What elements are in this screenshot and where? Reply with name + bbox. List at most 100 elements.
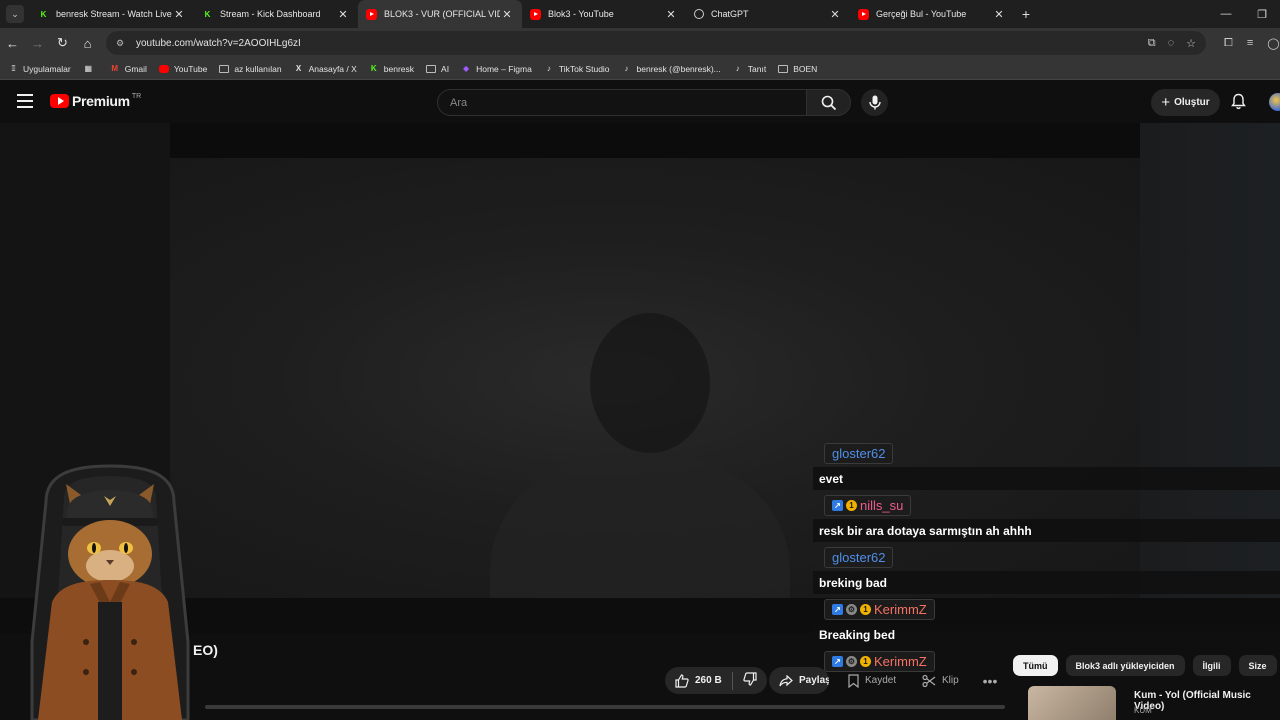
create-button[interactable]: + Oluştur <box>1151 89 1220 116</box>
kick-icon: K <box>370 64 377 73</box>
back-arrow-icon[interactable]: ← <box>0 36 25 51</box>
tab-gercegi-bul[interactable]: Gerçeği Bul - YouTube ✕ <box>850 0 1014 28</box>
bookmark-uygulamalar[interactable]: ⁞⁞⁞ Uygulamalar <box>8 64 71 74</box>
folder-icon <box>219 64 230 73</box>
bookmark-x[interactable]: X Anasayfa / X <box>294 64 357 74</box>
description-box <box>205 705 1005 709</box>
bookmark-label: TikTok Studio <box>558 63 610 74</box>
tiktok-icon: ♪ <box>624 64 629 73</box>
eye-off-icon[interactable]: ◌ <box>1168 37 1175 50</box>
extensions-icon[interactable]: ⧠ <box>1224 37 1233 50</box>
tab-title: benresk Stream - Watch Live on Kick <box>56 9 172 19</box>
youtube-masthead: Premium TR Ara + Oluştur <box>0 81 1280 123</box>
close-icon[interactable]: ✕ <box>664 8 678 21</box>
browser-tabstrip: ⌄ K benresk Stream - Watch Live on Kick … <box>0 0 1280 28</box>
bookmark-apps[interactable]: ▦ <box>83 64 98 74</box>
tab-blok3-vur[interactable]: BLOK3 - VUR (OFFICIAL VIDEO) ✕ <box>358 0 522 28</box>
youtube-logo[interactable]: Premium TR <box>50 93 141 109</box>
youtube-icon <box>530 8 541 20</box>
maximize-icon[interactable]: ❐ <box>1244 8 1280 21</box>
folder-icon <box>426 64 437 73</box>
profile-icon[interactable]: ◯ <box>1267 37 1279 50</box>
gear-badge-icon: ⚙ <box>846 656 857 667</box>
address-bar[interactable]: ⚙ youtube.com/watch?v=2AOOIHLg6zI ⧉ ◌ ☆ <box>106 31 1206 55</box>
voice-search-button[interactable] <box>861 89 888 116</box>
close-icon[interactable]: ✕ <box>828 8 842 21</box>
minimize-icon[interactable]: — <box>1208 8 1244 20</box>
chat-username-badge: ↗ 1 nills_su <box>824 495 912 516</box>
tab-blok3-youtube[interactable]: Blok3 - YouTube ✕ <box>522 0 686 28</box>
like-count[interactable]: 260 B <box>695 675 722 686</box>
kick-icon: K <box>204 9 211 19</box>
share-icon <box>779 674 793 687</box>
search-input[interactable]: Ara <box>437 89 807 116</box>
reload-icon[interactable]: ↻ <box>50 35 75 51</box>
tab-kick-stream[interactable]: K benresk Stream - Watch Live on Kick ✕ <box>30 0 194 28</box>
chat-message: ↗ 1 nills_su resk bir ara dotaya sarmışt… <box>813 492 1280 544</box>
bookmark-benresk[interactable]: Kbenresk <box>369 64 414 74</box>
divider <box>731 671 733 690</box>
tab-title: Gerçeği Bul - YouTube <box>876 9 967 19</box>
close-icon[interactable]: ✕ <box>500 8 514 21</box>
chat-message: gloster62 evet <box>813 440 1280 492</box>
url-text[interactable]: youtube.com/watch?v=2AOOIHLg6zI <box>136 38 1148 49</box>
coin-badge-icon: 1 <box>860 656 871 667</box>
close-icon[interactable]: ✕ <box>336 8 350 21</box>
search-button[interactable] <box>806 89 851 116</box>
chat-username: KerimmZ <box>874 602 927 617</box>
thumbs-up-icon[interactable] <box>675 673 689 688</box>
thumbs-down-icon[interactable] <box>743 672 757 689</box>
bookmark-tanit[interactable]: ♪ Tanıt <box>733 64 766 74</box>
microphone-icon <box>868 95 881 110</box>
close-icon[interactable]: ✕ <box>992 8 1006 21</box>
chat-username-badge: gloster62 <box>824 443 894 464</box>
bookmarks-bar: ⁞⁞⁞ Uygulamalar ▦ M Gmail YouTube az kulla… <box>0 58 1280 80</box>
bookmark-label: AI <box>441 63 450 74</box>
account-avatar[interactable] <box>1269 93 1280 111</box>
video-figure-head <box>590 313 710 453</box>
bell-icon <box>1231 93 1246 110</box>
bookmark-ai[interactable]: AI <box>426 64 449 74</box>
kick-icon: K <box>40 9 47 19</box>
tab-title: Stream - Kick Dashboard <box>220 9 321 19</box>
tab-chatgpt[interactable]: ChatGPT ✕ <box>686 0 850 28</box>
grid-icon: ▦ <box>84 64 92 73</box>
new-tab-button[interactable]: + <box>1014 6 1038 22</box>
home-icon[interactable]: ⌂ <box>75 36 100 51</box>
prime-badge-icon: ↗ <box>832 500 843 511</box>
menu-icon[interactable] <box>17 94 33 108</box>
live-chat-overlay: gloster62 evet ↗ 1 nills_su resk bir ara… <box>813 440 1280 700</box>
youtube-icon <box>366 8 377 20</box>
chatgpt-icon <box>694 9 704 19</box>
tiktok-icon: ♪ <box>546 64 551 73</box>
bookmark-label: Gmail <box>124 63 147 74</box>
bookmark-figma[interactable]: ◆ Home – Figma <box>461 64 532 74</box>
chat-text: evet <box>813 467 1280 490</box>
bookmark-tiktok-studio[interactable]: ♪ TikTok Studio <box>544 64 610 74</box>
reading-list-icon[interactable]: ≡ <box>1247 37 1253 50</box>
tab-title: ChatGPT <box>711 9 749 19</box>
tab-kick-dashboard[interactable]: K Stream - Kick Dashboard ✕ <box>194 0 358 28</box>
bookmark-boen[interactable]: BOEN <box>778 64 817 74</box>
tab-search-icon[interactable]: ⌄ <box>6 5 24 23</box>
tab-title: BLOK3 - VUR (OFFICIAL VIDEO) <box>384 9 500 19</box>
bookmark-az-kullanilan[interactable]: az kullanılan <box>219 64 282 74</box>
chat-username-badge: ↗ ⚙ 1 KerimmZ <box>824 651 935 672</box>
site-info-icon[interactable]: ⚙ <box>116 38 128 49</box>
bookmark-youtube[interactable]: YouTube <box>158 64 207 74</box>
chat-username: nills_su <box>860 498 904 513</box>
install-app-icon[interactable]: ⧉ <box>1148 37 1156 50</box>
prime-badge-icon: ↗ <box>832 604 843 615</box>
star-icon[interactable]: ☆ <box>1186 37 1196 50</box>
chat-text: resk bir ara dotaya sarmıştın ah ahhh <box>813 519 1280 542</box>
prime-badge-icon: ↗ <box>832 656 843 667</box>
notifications-button[interactable] <box>1231 93 1246 115</box>
streamer-avatar <box>30 464 190 720</box>
bookmark-tiktok-benresk[interactable]: ♪ benresk (@benresk)... <box>622 64 721 74</box>
close-icon[interactable]: ✕ <box>172 8 186 21</box>
search-icon <box>821 95 836 110</box>
x-icon: X <box>295 64 302 73</box>
recommendation-channel[interactable]: KUM <box>1134 706 1152 715</box>
forward-arrow-icon[interactable]: → <box>25 36 50 51</box>
bookmark-gmail[interactable]: M Gmail <box>110 64 147 74</box>
